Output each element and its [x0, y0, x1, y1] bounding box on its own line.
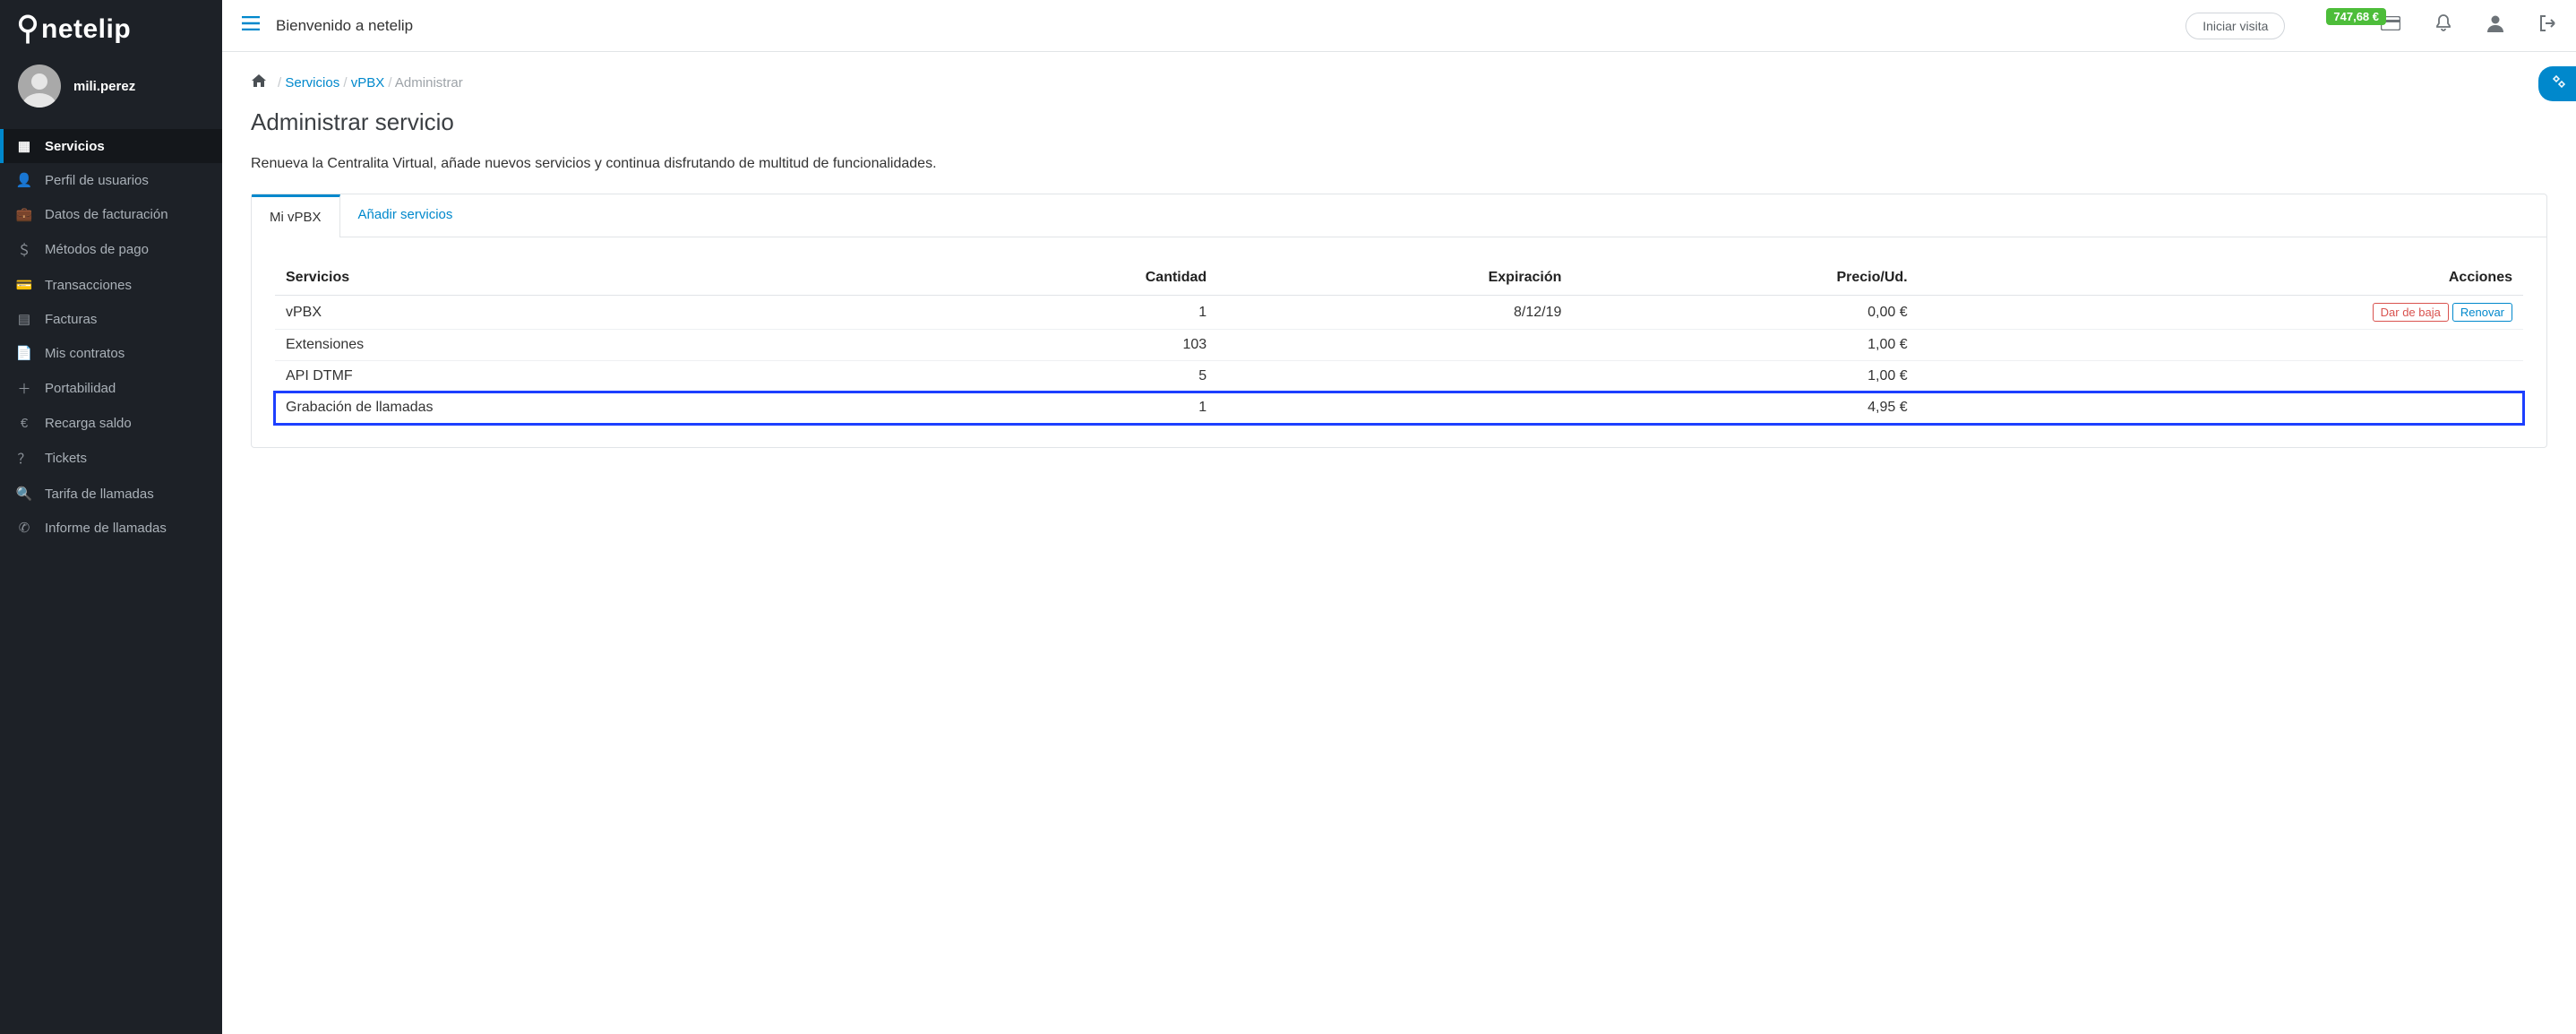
avatar — [18, 65, 61, 108]
file-icon: 📄 — [16, 345, 32, 361]
cell-actions — [1919, 361, 2523, 392]
cell-price: 0,00 € — [1572, 296, 1918, 330]
profile[interactable]: mili.perez — [0, 54, 222, 129]
sidebar-item-label: Tickets — [45, 451, 87, 466]
topbar: Bienvenido a netelip Iniciar visita 747,… — [222, 0, 2576, 52]
tab-añadir-servicios[interactable]: Añadir servicios — [340, 194, 471, 237]
cell-service: API DTMF — [275, 361, 907, 392]
cell-service: Extensiones — [275, 330, 907, 361]
main: Bienvenido a netelip Iniciar visita 747,… — [222, 0, 2576, 1034]
username: mili.perez — [73, 79, 135, 94]
cancel-button[interactable]: Dar de baja — [2373, 303, 2449, 322]
cell-qty: 103 — [907, 330, 1217, 361]
page-description: Renueva la Centralita Virtual, añade nue… — [251, 156, 2547, 172]
phone-icon: ✆ — [16, 520, 32, 536]
sidebar-item-servicios[interactable]: ▦ Servicios — [0, 129, 222, 163]
sidebar-nav: ▦ Servicios 👤 Perfil de usuarios 💼 Datos de f… — [0, 129, 222, 545]
euro-icon: € — [16, 416, 32, 431]
balance-badge: 747,68 € — [2326, 8, 2386, 25]
breadcrumb-item[interactable]: Servicios — [285, 75, 339, 90]
tabs: Mi vPBXAñadir servicios — [252, 194, 2546, 237]
sidebar-item-label: Métodos de pago — [45, 242, 149, 257]
breadcrumb-item[interactable]: vPBX — [351, 75, 385, 90]
sidebar-item-label: Recarga saldo — [45, 416, 132, 431]
sidebar-item-recarga-saldo[interactable]: € Recarga saldo — [0, 407, 222, 440]
renew-button[interactable]: Renovar — [2452, 303, 2512, 322]
sidebar-item-facturas[interactable]: ▤ Facturas — [0, 302, 222, 336]
cell-service: vPBX — [275, 296, 907, 330]
menu-toggle-icon[interactable] — [242, 15, 260, 36]
cell-qty: 5 — [907, 361, 1217, 392]
sidebar-item-métodos-de-pago[interactable]: ＄ Métodos de pago — [0, 231, 222, 268]
bell-icon[interactable] — [2434, 13, 2452, 39]
col-actions: Acciones — [1919, 261, 2523, 296]
cell-actions — [1919, 330, 2523, 361]
col-exp: Expiración — [1217, 261, 1572, 296]
cell-price: 1,00 € — [1572, 361, 1918, 392]
sidebar-item-portabilidad[interactable]: ＋ Portabilidad — [0, 370, 222, 407]
sidebar: netelip mili.perez ▦ Servicios 👤 Perfil de … — [0, 0, 222, 1034]
cell-price: 1,00 € — [1572, 330, 1918, 361]
table-row: API DTMF5 1,00 € — [275, 361, 2523, 392]
sidebar-item-transacciones[interactable]: 💳 Transacciones — [0, 268, 222, 302]
sidebar-item-label: Facturas — [45, 312, 97, 327]
sidebar-item-label: Informe de llamadas — [45, 521, 167, 536]
sidebar-item-label: Tarifa de llamadas — [45, 487, 154, 502]
settings-gear-icon[interactable] — [2538, 66, 2576, 101]
logo[interactable]: netelip — [0, 0, 222, 54]
table-row: Grabación de llamadas1 4,95 € — [275, 392, 2523, 424]
cell-exp — [1217, 361, 1572, 392]
sidebar-item-tickets[interactable]: ？ Tickets — [0, 440, 222, 477]
sidebar-item-label: Perfil de usuarios — [45, 173, 149, 188]
breadcrumb-item: Administrar — [395, 75, 463, 90]
sidebar-item-perfil-de-usuarios[interactable]: 👤 Perfil de usuarios — [0, 163, 222, 197]
sidebar-item-label: Transacciones — [45, 278, 132, 293]
cell-actions — [1919, 392, 2523, 424]
sidebar-item-mis-contratos[interactable]: 📄 Mis contratos — [0, 336, 222, 370]
cell-actions: Dar de bajaRenovar — [1919, 296, 2523, 330]
balance[interactable]: 747,68 € — [2326, 15, 2400, 36]
grid-icon: ▦ — [16, 138, 32, 154]
user-icon: 👤 — [16, 172, 32, 188]
cell-exp — [1217, 330, 1572, 361]
cell-qty: 1 — [907, 392, 1217, 424]
cell-exp — [1217, 392, 1572, 424]
brand-text: netelip — [41, 14, 131, 45]
cell-service: Grabación de llamadas — [275, 392, 907, 424]
sidebar-item-datos-de-facturación[interactable]: 💼 Datos de facturación — [0, 197, 222, 231]
welcome-text: Bienvenido a netelip — [276, 17, 413, 35]
document-icon: ▤ — [16, 311, 32, 327]
tab-mi-vpbx[interactable]: Mi vPBX — [252, 194, 340, 237]
page-title: Administrar servicio — [251, 108, 2547, 136]
services-table: Servicios Cantidad Expiración Precio/Ud.… — [275, 261, 2523, 424]
user-icon[interactable] — [2486, 13, 2504, 39]
search-icon: 🔍 — [16, 486, 32, 502]
service-panel: Mi vPBXAñadir servicios Servicios Cantid… — [251, 194, 2547, 448]
sidebar-item-informe-de-llamadas[interactable]: ✆ Informe de llamadas — [0, 511, 222, 545]
sidebar-item-label: Portabilidad — [45, 381, 116, 396]
cell-qty: 1 — [907, 296, 1217, 330]
help-icon: ？ — [16, 449, 32, 468]
sidebar-item-label: Mis contratos — [45, 346, 125, 361]
plus-icon: ＋ — [16, 379, 32, 398]
table-row: vPBX18/12/190,00 €Dar de bajaRenovar — [275, 296, 2523, 330]
col-price: Precio/Ud. — [1572, 261, 1918, 296]
sidebar-item-label: Servicios — [45, 139, 105, 154]
logout-icon[interactable] — [2538, 14, 2556, 38]
col-service: Servicios — [275, 261, 907, 296]
sidebar-item-label: Datos de facturación — [45, 207, 168, 222]
cell-exp: 8/12/19 — [1217, 296, 1572, 330]
breadcrumb: / Servicios / vPBX / Administrar — [251, 73, 2547, 92]
briefcase-icon: 💼 — [16, 206, 32, 222]
sidebar-item-tarifa-de-llamadas[interactable]: 🔍 Tarifa de llamadas — [0, 477, 222, 511]
table-row: Extensiones103 1,00 € — [275, 330, 2523, 361]
col-qty: Cantidad — [907, 261, 1217, 296]
dollar-icon: ＄ — [16, 240, 32, 259]
logo-pin-icon — [18, 14, 38, 45]
card-icon: 💳 — [16, 277, 32, 293]
home-icon[interactable] — [251, 73, 267, 92]
content: / Servicios / vPBX / Administrar Adminis… — [222, 52, 2576, 470]
cell-price: 4,95 € — [1572, 392, 1918, 424]
start-visit-button[interactable]: Iniciar visita — [2185, 13, 2285, 39]
